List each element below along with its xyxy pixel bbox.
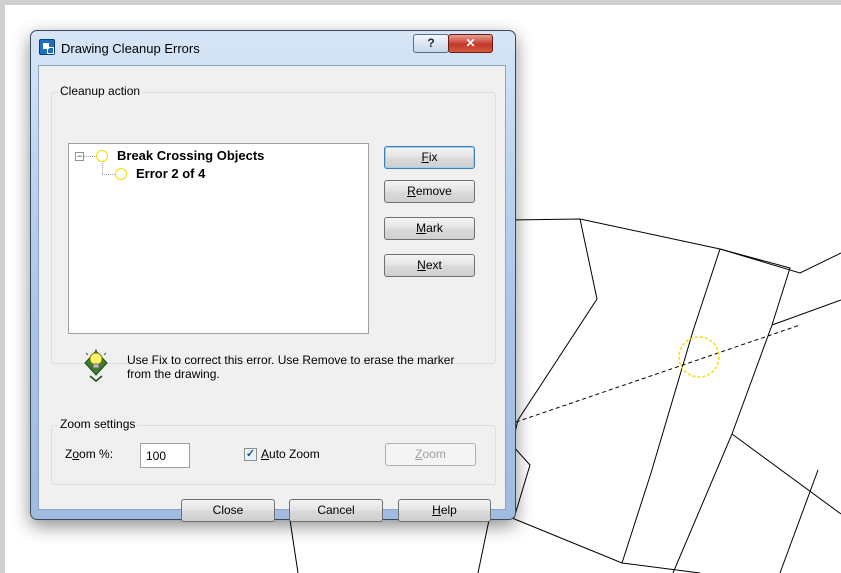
remove-button[interactable]: Remove	[384, 180, 475, 203]
auto-zoom-text: uto Zoom	[269, 447, 320, 461]
drawing-line-upper-left	[579, 218, 841, 274]
next-mnemonic: N	[417, 258, 426, 272]
help-button[interactable]: Help	[398, 499, 491, 522]
next-label: ext	[425, 258, 442, 272]
cancel-button[interactable]: Cancel	[289, 499, 383, 522]
dialog-title: Drawing Cleanup Errors	[61, 41, 200, 56]
lightbulb-icon	[84, 349, 108, 382]
tree-connector-child	[102, 174, 115, 175]
drawing-polyline-left	[508, 218, 598, 519]
zoom-button-label: oom	[422, 447, 446, 461]
child-marker-icon	[115, 168, 127, 180]
drawing-line-lower-right	[731, 433, 841, 515]
cleanup-action-label: Cleanup action	[58, 84, 143, 98]
zoom-button[interactable]: Zoom	[385, 443, 476, 466]
tree-item-error-2-of-4[interactable]: Error 2 of 4	[136, 166, 205, 181]
tree-connector-vertical	[102, 163, 103, 174]
crossing-dashed-line	[515, 324, 801, 423]
help-label: elp	[440, 503, 457, 517]
tree-connector	[84, 156, 95, 157]
caption-help-button[interactable]: ?	[413, 34, 449, 53]
auto-zoom-label[interactable]: Auto Zoom	[261, 447, 320, 461]
hint-text: Use Fix to correct this error. Use Remov…	[127, 353, 455, 381]
next-button[interactable]: Next	[384, 254, 475, 277]
app-icon	[39, 39, 55, 55]
drawing-line-lower-right-2	[771, 299, 841, 326]
remove-mnemonic: R	[407, 184, 416, 198]
help-mnemonic: H	[432, 503, 441, 517]
tree-collapse-icon[interactable]: −	[75, 152, 84, 161]
mark-mnemonic: M	[416, 221, 427, 235]
zoom-button-mnemonic: Z	[415, 447, 423, 461]
zoom-percent-label: Zoom %:	[65, 447, 113, 461]
drawing-cleanup-errors-dialog: Drawing Cleanup Errors ? ✕ Cleanup actio…	[30, 30, 516, 522]
auto-zoom-checkbox[interactable]: ✓	[244, 448, 257, 461]
cleanup-error-tree[interactable]: − Break Crossing Objects Error 2 of 4	[68, 143, 369, 334]
fix-mnemonic: F	[421, 150, 429, 164]
zoom-label-suffix: om %:	[79, 447, 114, 461]
drawing-line-far-right	[779, 469, 819, 573]
zoom-percent-input[interactable]	[140, 443, 190, 468]
parent-marker-icon	[96, 150, 108, 162]
close-button[interactable]: Close	[181, 499, 275, 522]
drawing-line-middle-strip-left	[621, 248, 721, 564]
mark-button[interactable]: Mark	[384, 217, 475, 240]
fix-button[interactable]: Fix	[384, 146, 475, 169]
drawing-line-bottom-mid	[477, 519, 490, 573]
drawing-line-bottom-left	[289, 519, 299, 573]
remove-label: emove	[415, 184, 452, 198]
drawing-line-middle-strip-right	[672, 248, 791, 573]
caption-close-button[interactable]: ✕	[448, 34, 493, 53]
dialog-client-area: Cleanup action − Break Crossing Objects …	[38, 65, 506, 522]
zoom-settings-label: Zoom settings	[58, 417, 138, 431]
fix-label: ix	[428, 150, 438, 164]
mark-label: ark	[426, 221, 443, 235]
title-bar[interactable]: Drawing Cleanup Errors ? ✕	[31, 31, 515, 65]
drawing-line-bottom	[511, 517, 701, 573]
auto-zoom-mnemonic: A	[261, 447, 270, 461]
tree-item-break-crossing-objects[interactable]: Break Crossing Objects	[117, 148, 264, 163]
